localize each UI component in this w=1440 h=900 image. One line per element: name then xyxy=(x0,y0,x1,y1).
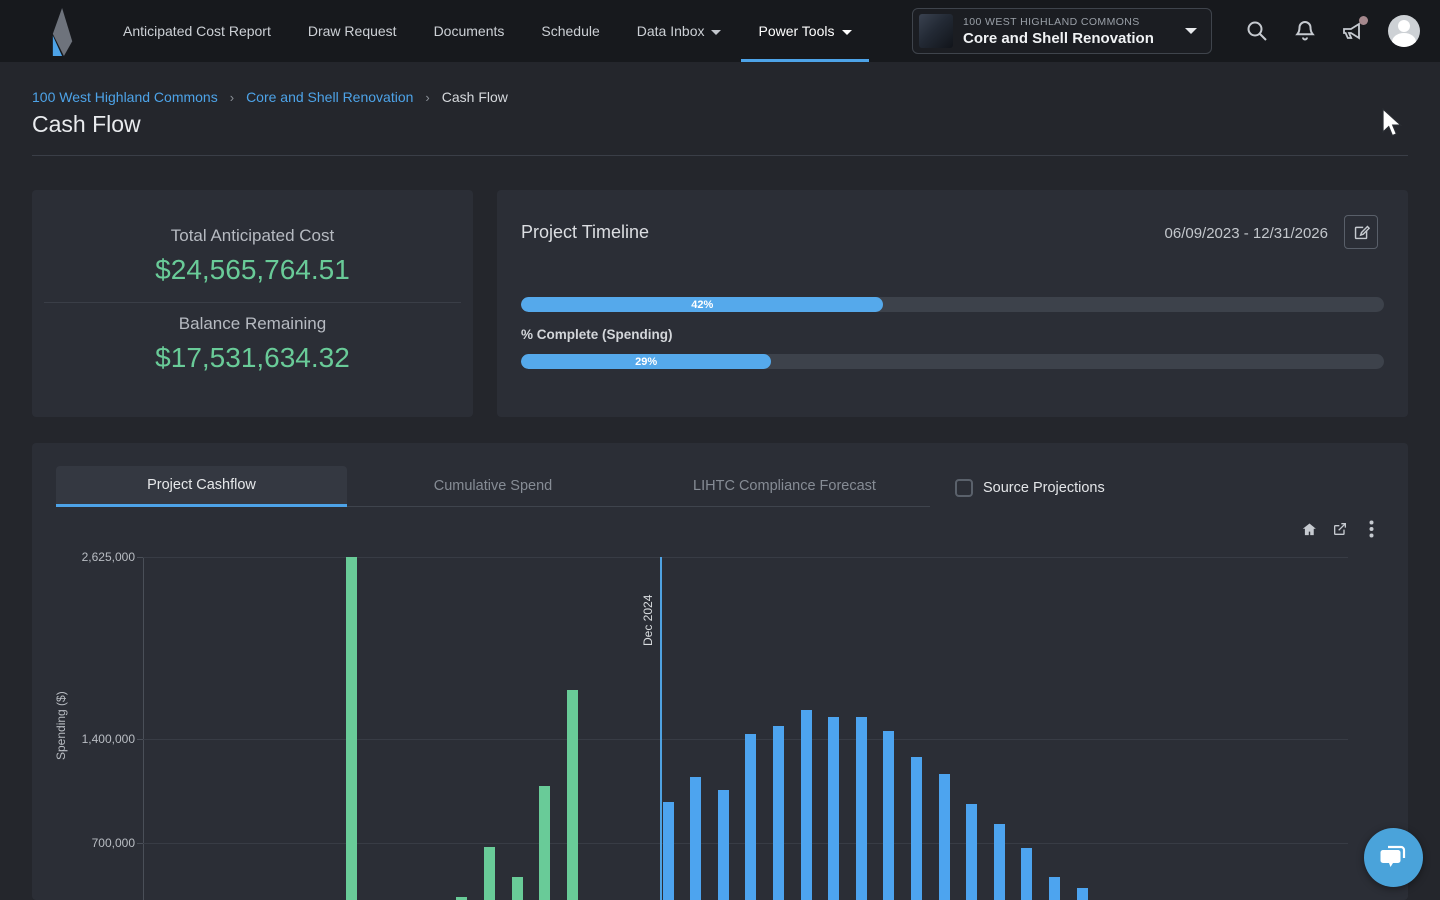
spending-label: % Complete (Spending) xyxy=(521,327,673,342)
nav-item-documents[interactable]: Documents xyxy=(432,0,507,62)
progress-percent: 42% xyxy=(521,297,883,312)
chat-launcher-button[interactable] xyxy=(1364,828,1423,887)
y-axis-line xyxy=(143,557,144,900)
nav-item-label: Documents xyxy=(434,23,505,39)
divider xyxy=(32,155,1408,156)
chevron-down-icon xyxy=(1185,28,1197,34)
nav-item-power-tools[interactable]: Power Tools xyxy=(756,0,853,62)
nav-icon-group xyxy=(1244,0,1420,62)
bar-projected-jan-2025[interactable] xyxy=(690,777,701,900)
bar-projected-aug-2025[interactable] xyxy=(883,731,894,900)
nav-item-label: Draw Request xyxy=(308,23,397,39)
timeline-date-range: 06/09/2023 - 12/31/2026 xyxy=(1165,225,1328,242)
page-title: Cash Flow xyxy=(32,111,141,138)
app-window: Anticipated Cost Report Draw Request Doc… xyxy=(0,0,1440,900)
search-button[interactable] xyxy=(1244,18,1270,44)
nav-item-schedule[interactable]: Schedule xyxy=(539,0,601,62)
edit-timeline-button[interactable] xyxy=(1344,215,1378,249)
nav-item-label: Power Tools xyxy=(758,23,834,39)
nav-item-label: Schedule xyxy=(541,23,599,39)
anticipated-cost-card: Total Anticipated Cost $24,565,764.51 Ba… xyxy=(32,190,473,417)
edit-icon xyxy=(1353,224,1370,241)
timeline-title: Project Timeline xyxy=(521,222,649,243)
active-nav-underline xyxy=(741,59,868,62)
nav-item-draw-request[interactable]: Draw Request xyxy=(306,0,399,62)
project-timeline-card: Project Timeline 06/09/2023 - 12/31/2026… xyxy=(497,190,1408,417)
bar-actual-sep-2024[interactable] xyxy=(567,690,578,900)
nav-menu: Anticipated Cost Report Draw Request Doc… xyxy=(121,0,854,62)
notification-dot xyxy=(1359,16,1368,25)
breadcrumb-separator: › xyxy=(230,90,234,105)
breadcrumb-current: Cash Flow xyxy=(442,89,508,105)
nav-item-anticipated-cost-report[interactable]: Anticipated Cost Report xyxy=(121,0,273,62)
bar-projected-jun-2025[interactable] xyxy=(828,717,839,900)
chevron-down-icon xyxy=(842,30,852,35)
avatar[interactable] xyxy=(1388,15,1420,47)
progress-percent: 29% xyxy=(521,354,771,369)
search-icon xyxy=(1245,19,1269,43)
progress-fill: 29% xyxy=(521,354,771,369)
project-thumbnail xyxy=(919,14,953,48)
balance-remaining-label: Balance Remaining xyxy=(32,314,473,334)
y-tick-label: 700,000 xyxy=(46,836,135,850)
bar-projected-jan-2026[interactable] xyxy=(1021,848,1032,900)
chevron-down-icon xyxy=(711,30,721,35)
bar-projected-may-2025[interactable] xyxy=(801,710,812,900)
marker-label: Dec 2024 xyxy=(641,576,656,646)
bar-actual-jul-2024[interactable] xyxy=(512,877,523,900)
spending-progressbar: 29% xyxy=(521,354,1384,369)
project-name: 100 WEST HIGHLAND COMMONS xyxy=(963,16,1175,28)
gridline xyxy=(143,557,1348,558)
project-selector[interactable]: 100 WEST HIGHLAND COMMONS Core and Shell… xyxy=(912,8,1212,54)
chat-icon xyxy=(1379,844,1409,872)
cashflow-chart-card: Project Cashflow Cumulative Spend LIHTC … xyxy=(32,443,1408,900)
bar-actual-jan-2024[interactable] xyxy=(346,557,357,900)
breadcrumb-link-subproject[interactable]: Core and Shell Renovation xyxy=(246,89,413,105)
bar-projected-dec-2024[interactable] xyxy=(663,802,674,900)
axis-tick xyxy=(137,739,143,740)
y-axis-title: Spending ($) xyxy=(54,651,68,801)
bar-actual-jun-2024[interactable] xyxy=(484,847,495,900)
y-tick-label: 1,400,000 xyxy=(46,732,135,746)
breadcrumb-link-project[interactable]: 100 West Highland Commons xyxy=(32,89,218,105)
total-anticipated-cost-label: Total Anticipated Cost xyxy=(32,226,473,246)
breadcrumb: 100 West Highland Commons › Core and She… xyxy=(32,89,508,105)
bar-projected-feb-2025[interactable] xyxy=(718,790,729,900)
top-nav: Anticipated Cost Report Draw Request Doc… xyxy=(0,0,1440,62)
progress-fill: 42% xyxy=(521,297,883,312)
bar-projected-apr-2025[interactable] xyxy=(773,726,784,900)
breadcrumb-separator: › xyxy=(425,90,429,105)
bar-projected-oct-2025[interactable] xyxy=(939,774,950,900)
bar-projected-mar-2025[interactable] xyxy=(745,734,756,900)
bar-projected-sep-2025[interactable] xyxy=(911,757,922,900)
subproject-name: Core and Shell Renovation xyxy=(963,30,1175,47)
divider xyxy=(44,302,461,303)
nav-item-label: Data Inbox xyxy=(637,23,705,39)
notifications-button[interactable] xyxy=(1292,18,1318,44)
bar-projected-feb-2026[interactable] xyxy=(1049,877,1060,900)
announcements-button[interactable] xyxy=(1340,18,1366,44)
app-logo-icon[interactable] xyxy=(44,8,82,56)
y-tick-label: 2,625,000 xyxy=(46,550,135,564)
balance-remaining-value: $17,531,634.32 xyxy=(32,342,473,374)
bar-projected-mar-2026[interactable] xyxy=(1077,888,1088,900)
bell-icon xyxy=(1293,19,1317,43)
bar-projected-dec-2025[interactable] xyxy=(994,824,1005,900)
bar-projected-nov-2025[interactable] xyxy=(966,804,977,900)
nav-item-data-inbox[interactable]: Data Inbox xyxy=(635,0,724,62)
total-anticipated-cost-value: $24,565,764.51 xyxy=(32,254,473,286)
axis-tick xyxy=(137,843,143,844)
bar-projected-jul-2025[interactable] xyxy=(856,717,867,900)
nav-item-label: Anticipated Cost Report xyxy=(123,23,271,39)
cashflow-bar-chart: Spending ($) 2,625,000 1,400,000 700,000 De… xyxy=(32,443,1408,900)
mouse-cursor xyxy=(1381,108,1405,140)
project-selector-text: 100 WEST HIGHLAND COMMONS Core and Shell… xyxy=(963,16,1175,47)
scheduled-days-progressbar: 42% xyxy=(521,297,1384,312)
axis-tick xyxy=(137,557,143,558)
bar-actual-aug-2024[interactable] xyxy=(539,786,550,900)
